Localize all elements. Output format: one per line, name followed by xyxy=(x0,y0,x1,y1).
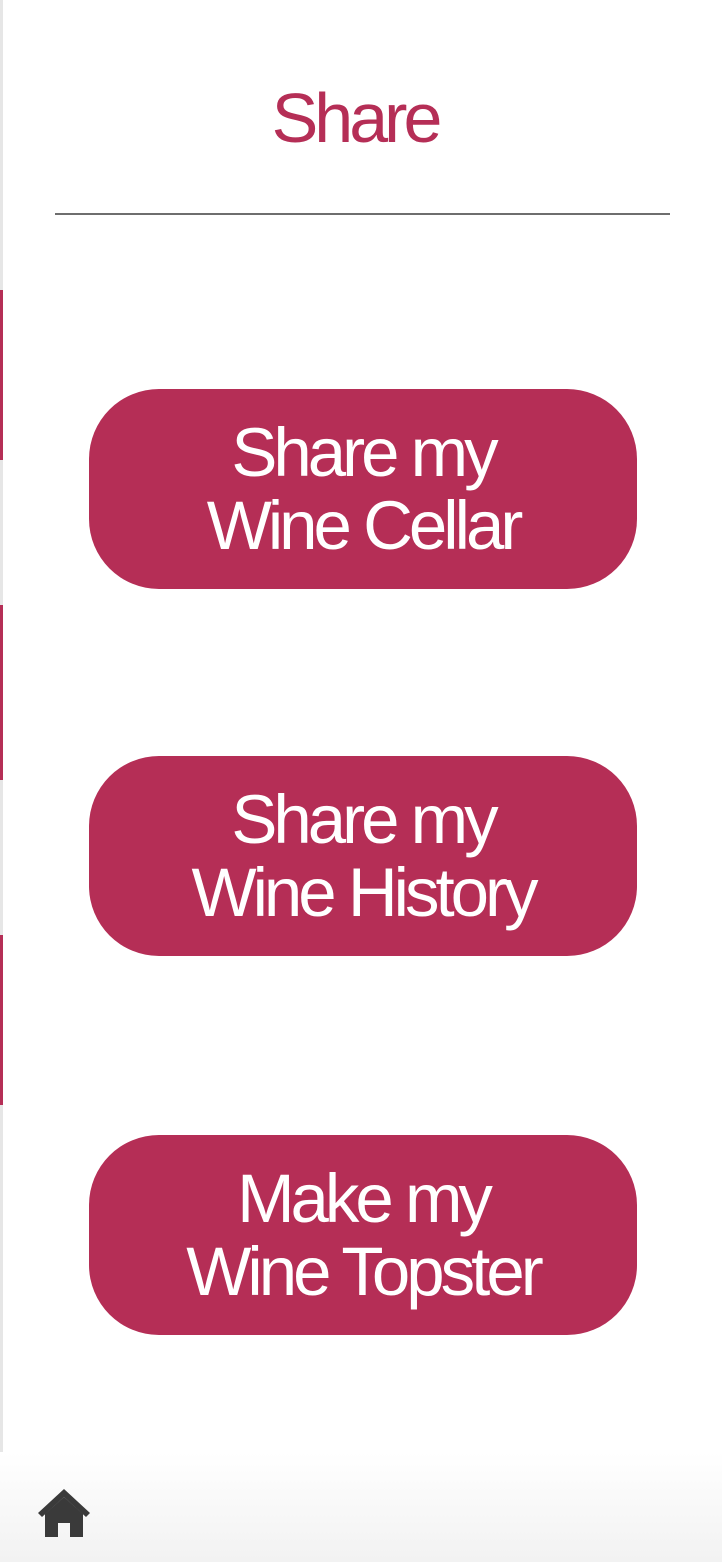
button-label-line-2: Wine History xyxy=(191,854,538,931)
make-wine-topster-button[interactable]: Make my Wine Topster xyxy=(89,1135,637,1335)
button-label-line-2: Wine Topster xyxy=(186,1233,543,1310)
title-divider xyxy=(55,213,670,215)
share-wine-history-button[interactable]: Share my Wine History xyxy=(89,756,637,956)
button-label-line-1: Share my xyxy=(231,781,498,858)
page-title: Share xyxy=(271,79,443,157)
underlying-page-edge-mark xyxy=(0,935,3,1105)
share-screen: Share Share my Wine Cellar Share my Wine… xyxy=(0,0,722,1562)
button-label-line-2: Wine Cellar xyxy=(206,487,524,564)
share-wine-cellar-button[interactable]: Share my Wine Cellar xyxy=(89,389,637,589)
underlying-page-edge-mark xyxy=(0,605,3,780)
button-label-line-1: Make my xyxy=(237,1160,493,1237)
bottom-bar xyxy=(0,1452,722,1562)
button-label-line-1: Share my xyxy=(231,414,498,491)
underlying-page-edge-mark xyxy=(0,290,3,460)
underlying-page-edge xyxy=(0,0,3,1562)
home-button[interactable] xyxy=(36,1486,92,1540)
home-icon xyxy=(38,1489,90,1537)
